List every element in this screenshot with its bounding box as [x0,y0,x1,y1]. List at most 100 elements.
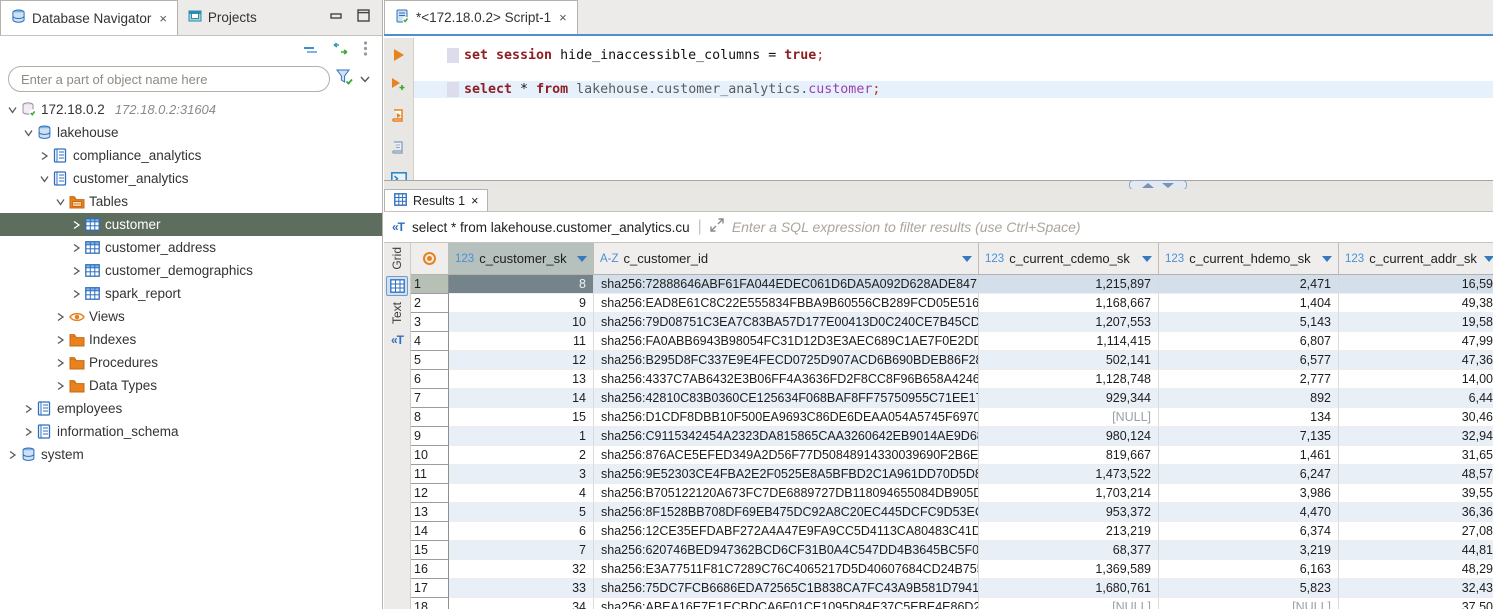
expand-filter-icon[interactable] [710,218,724,237]
chevron-down-icon[interactable] [52,197,69,207]
tree-item-views[interactable]: Views [0,305,382,328]
table-row[interactable]: 1733sha256:75DC7FCB6686EDA72565C1B838CA7… [411,579,1493,598]
cell-c-current-hdemo-sk[interactable]: 4,470 [1159,503,1339,522]
cell-c-current-cdemo-sk[interactable]: 1,207,553 [979,313,1159,332]
cell-c-current-addr-sk[interactable]: 6,44 [1339,389,1493,408]
row-number[interactable]: 14 [411,522,449,541]
row-number[interactable]: 1 [411,275,449,294]
row-number[interactable]: 4 [411,332,449,351]
column-header-c-current-cdemo-sk[interactable]: 123c_current_cdemo_sk [979,243,1159,274]
table-row[interactable]: 512sha256:B295D8FC337E9E4FECD0725D907ACD… [411,351,1493,370]
cell-c-customer-id[interactable]: sha256:42810C83B0360CE125634F068BAF8FF75… [594,389,979,408]
maximize-icon[interactable] [357,9,370,27]
cell-c-customer-sk[interactable]: 10 [449,313,594,332]
execute-script-icon[interactable] [391,108,406,129]
cell-c-customer-sk[interactable]: 6 [449,522,594,541]
tab-results-1[interactable]: Results 1 × [384,189,488,211]
cell-c-current-addr-sk[interactable]: 37,50 [1339,598,1493,609]
cell-c-current-addr-sk[interactable]: 14,00 [1339,370,1493,389]
tree-item-customer[interactable]: customer [0,213,382,236]
cell-c-current-hdemo-sk[interactable]: 6,163 [1159,560,1339,579]
column-header-c-current-addr-sk[interactable]: 123c_current_addr_sk [1339,243,1493,274]
cell-c-customer-sk[interactable]: 14 [449,389,594,408]
code-line[interactable]: select * from lakehouse.customer_analyti… [414,81,1493,98]
cell-c-customer-id[interactable]: sha256:620746BED947362BCD6CF31B0A4C547DD… [594,541,979,560]
table-row[interactable]: 613sha256:4337C7AB6432E3B06FF4A3636FD2F8… [411,370,1493,389]
cell-c-current-addr-sk[interactable]: 36,36 [1339,503,1493,522]
collapse-all-icon[interactable] [303,42,318,60]
chevron-right-icon[interactable] [68,220,85,230]
grid-corner-cell[interactable] [411,243,449,274]
cell-c-current-cdemo-sk[interactable]: 1,369,589 [979,560,1159,579]
table-row[interactable]: 29sha256:EAD8E61C8C22E555834FBBA9B60556C… [411,294,1493,313]
column-dropdown-icon[interactable] [577,256,587,262]
row-number[interactable]: 3 [411,313,449,332]
row-number[interactable]: 12 [411,484,449,503]
row-number[interactable]: 7 [411,389,449,408]
tree-item-data-types[interactable]: Data Types [0,374,382,397]
tree-item-procedures[interactable]: Procedures [0,351,382,374]
row-number[interactable]: 6 [411,370,449,389]
tree-item-system[interactable]: system [0,443,382,466]
cell-c-customer-sk[interactable]: 7 [449,541,594,560]
cell-c-current-addr-sk[interactable]: 49,38 [1339,294,1493,313]
cell-c-current-hdemo-sk[interactable]: 6,577 [1159,351,1339,370]
cell-c-current-hdemo-sk[interactable]: 892 [1159,389,1339,408]
cell-c-current-hdemo-sk[interactable]: 6,807 [1159,332,1339,351]
cell-c-current-addr-sk[interactable]: 16,59 [1339,275,1493,294]
table-row[interactable]: 1834sha256:ABEA16E7E1ECBDCA6F01CE1095D84… [411,598,1493,609]
tree-item-lakehouse[interactable]: lakehouse [0,121,382,144]
table-row[interactable]: 135sha256:8F1528BB708DF69EB475DC92A8C20E… [411,503,1493,522]
chevron-right-icon[interactable] [52,358,69,368]
grid-view-icon[interactable] [386,276,408,296]
cell-c-customer-sk[interactable]: 4 [449,484,594,503]
cell-c-customer-sk[interactable]: 12 [449,351,594,370]
cell-c-current-addr-sk[interactable]: 39,55 [1339,484,1493,503]
chevron-down-icon[interactable] [20,128,37,138]
tab-script-1[interactable]: *<172.18.0.2> Script-1 × [384,0,578,34]
cell-c-current-cdemo-sk[interactable]: 1,114,415 [979,332,1159,351]
code-line[interactable]: set session hide_inaccessible_columns = … [414,47,1493,64]
cell-c-customer-id[interactable]: sha256:8F1528BB708DF69EB475DC92A8C20EC44… [594,503,979,522]
cell-c-customer-sk[interactable]: 8 [449,275,594,294]
cell-c-customer-id[interactable]: sha256:876ACE5EFED349A2D56F77D5084891433… [594,446,979,465]
cell-c-current-cdemo-sk[interactable]: 1,168,667 [979,294,1159,313]
cell-c-customer-sk[interactable]: 1 [449,427,594,446]
tab-database-navigator[interactable]: Database Navigator × [0,0,178,35]
chevron-right-icon[interactable] [68,266,85,276]
chevron-right-icon[interactable] [52,312,69,322]
filter-funnel-icon[interactable] [336,69,354,90]
row-number[interactable]: 2 [411,294,449,313]
collapse-down-icon[interactable] [1162,183,1174,188]
table-row[interactable]: 714sha256:42810C83B0360CE125634F068BAF8F… [411,389,1493,408]
chevron-right-icon[interactable] [20,427,37,437]
table-row[interactable]: 91sha256:C9115342454A2323DA815865CAA3260… [411,427,1493,446]
cell-c-current-cdemo-sk[interactable]: 1,680,761 [979,579,1159,598]
code-line[interactable] [414,64,1493,81]
tree-item-compliance-analytics[interactable]: compliance_analytics [0,144,382,167]
chevron-right-icon[interactable] [68,289,85,299]
table-row[interactable]: 124sha256:B705122120A673FC7DE6889727DB11… [411,484,1493,503]
cell-c-current-cdemo-sk[interactable]: 929,344 [979,389,1159,408]
cell-c-current-cdemo-sk[interactable]: 1,703,214 [979,484,1159,503]
table-row[interactable]: 310sha256:79D08751C3EA7C83BA57D177E00413… [411,313,1493,332]
cell-c-customer-id[interactable]: sha256:79D08751C3EA7C83BA57D177E00413D0C… [594,313,979,332]
row-number[interactable]: 11 [411,465,449,484]
cell-c-customer-id[interactable]: sha256:C9115342454A2323DA815865CAA326064… [594,427,979,446]
column-header-c-customer-id[interactable]: A-Zc_customer_id [594,243,979,274]
row-number[interactable]: 8 [411,408,449,427]
cell-c-customer-id[interactable]: sha256:12CE35EFDABF272A4A47E9FA9CC5D4113… [594,522,979,541]
tree-item-customer-analytics[interactable]: customer_analytics [0,167,382,190]
cell-c-current-hdemo-sk[interactable]: [NULL] [1159,598,1339,609]
chevron-right-icon[interactable] [20,404,37,414]
cell-c-current-cdemo-sk[interactable]: 68,377 [979,541,1159,560]
tree-item-customer-demographics[interactable]: customer_demographics [0,259,382,282]
chevron-right-icon[interactable] [4,450,21,460]
row-number[interactable]: 10 [411,446,449,465]
cell-c-current-cdemo-sk[interactable]: 980,124 [979,427,1159,446]
results-filter-input[interactable]: Enter a SQL expression to filter results… [732,219,1485,235]
cell-c-current-hdemo-sk[interactable]: 3,219 [1159,541,1339,560]
cell-c-current-cdemo-sk[interactable]: 502,141 [979,351,1159,370]
cell-c-current-hdemo-sk[interactable]: 5,143 [1159,313,1339,332]
row-number[interactable]: 17 [411,579,449,598]
